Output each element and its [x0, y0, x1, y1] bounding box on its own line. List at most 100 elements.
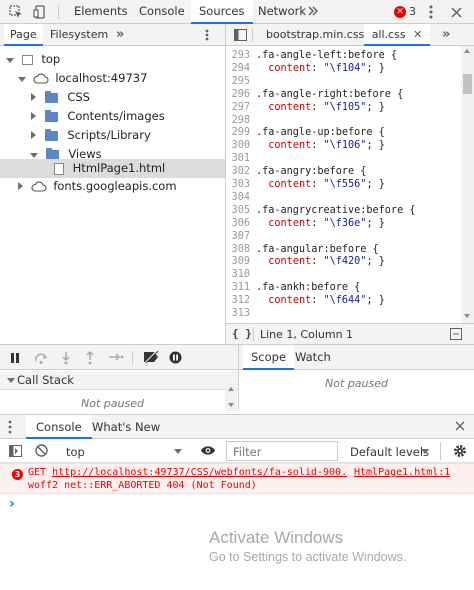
line-number[interactable]: 312 — [225, 294, 256, 307]
tab-sources[interactable]: Sources — [191, 0, 253, 24]
tree-item-scripts-library[interactable]: Scripts/Library — [0, 126, 225, 145]
step-into-icon[interactable] — [60, 351, 72, 365]
navigator-more-icon[interactable]: » — [110, 24, 130, 45]
editor-tab-bootstrap[interactable]: bootstrap.min.css — [260, 24, 370, 45]
error-counter[interactable]: ✕ 3 — [394, 5, 416, 18]
collapse-arrow-icon[interactable] — [31, 93, 36, 101]
collapse-arrow-icon[interactable] — [31, 112, 36, 120]
more-menu-icon[interactable] — [424, 4, 438, 20]
code-line[interactable]: 306 content: "\f36e"; } — [225, 217, 461, 230]
line-number[interactable]: 301 — [225, 152, 256, 165]
code-line[interactable]: 313 — [225, 307, 461, 320]
line-number[interactable]: 307 — [225, 230, 256, 243]
scroll-down-icon[interactable] — [228, 403, 234, 407]
code-line[interactable]: 303 content: "\f556"; } — [225, 178, 461, 191]
inspect-element-icon[interactable] — [4, 0, 28, 23]
code-line[interactable]: 305 .fa-angrycreative:before { — [225, 204, 461, 217]
code-line[interactable]: 308 .fa-angular:before { — [225, 243, 461, 256]
line-number[interactable]: 295 — [225, 75, 256, 88]
code-line[interactable]: 312 content: "\f644"; } — [225, 294, 461, 307]
eye-icon[interactable] — [200, 445, 216, 456]
context-selector[interactable]: top — [58, 441, 186, 461]
toggle-navigator-icon[interactable] — [232, 27, 248, 43]
editor-scrollbar[interactable] — [461, 46, 474, 323]
device-toolbar-icon[interactable] — [28, 0, 52, 23]
line-number[interactable]: 313 — [225, 307, 256, 320]
show-sidebar-icon[interactable] — [9, 445, 22, 457]
navigator-menu-icon[interactable] — [200, 28, 214, 42]
code-line[interactable]: 311 .fa-ankh:before { — [225, 281, 461, 294]
error-source-link[interactable]: HtmlPage1.html:1 — [354, 467, 450, 478]
code-line[interactable]: 296 .fa-angle-right:before { — [225, 88, 461, 101]
tab-filesystem[interactable]: Filesystem — [44, 24, 114, 45]
show-coverage-icon[interactable] — [450, 328, 462, 340]
pause-on-exceptions-icon[interactable] — [169, 351, 182, 364]
drawer-tab-console[interactable]: Console — [26, 415, 92, 439]
deactivate-breakpoints-icon[interactable] — [143, 351, 159, 363]
code-line[interactable]: 298 — [225, 114, 461, 127]
code-line[interactable]: 309 content: "\f420"; } — [225, 255, 461, 268]
tree-item-localhost[interactable]: localhost:49737 — [0, 69, 225, 88]
line-number[interactable]: 302 — [225, 165, 256, 178]
tabs-more-icon[interactable] — [307, 4, 319, 18]
filter-input[interactable]: Filter — [226, 441, 338, 461]
line-number[interactable]: 298 — [225, 114, 256, 127]
line-number[interactable]: 303 — [225, 178, 256, 191]
call-stack-scrollbar[interactable] — [225, 384, 237, 411]
console-settings-gear-icon[interactable] — [453, 444, 467, 458]
scroll-thumb[interactable] — [463, 74, 472, 94]
code-line[interactable]: 307 — [225, 230, 461, 243]
tree-item-htmlpage1[interactable]: HtmlPage1.html — [0, 159, 225, 178]
line-number[interactable]: 296 — [225, 88, 256, 101]
tab-elements[interactable]: Elements — [66, 0, 136, 23]
line-number[interactable]: 308 — [225, 243, 256, 256]
code-line[interactable]: 304 — [225, 191, 461, 204]
tab-scope[interactable]: Scope — [243, 345, 295, 370]
code-line[interactable]: 301 — [225, 152, 461, 165]
drawer-tab-whats-new[interactable]: What's New — [86, 415, 166, 439]
line-number[interactable]: 305 — [225, 204, 256, 217]
editor-tab-allcss[interactable]: all.css ✕ — [364, 24, 430, 46]
code-line[interactable]: 299 .fa-angle-up:before { — [225, 126, 461, 139]
line-number[interactable]: 311 — [225, 281, 256, 294]
tree-item-top[interactable]: top — [0, 50, 225, 69]
line-number[interactable]: 300 — [225, 139, 256, 152]
line-number[interactable]: 310 — [225, 268, 256, 281]
expand-arrow-icon[interactable] — [18, 77, 26, 82]
line-number[interactable]: 299 — [225, 126, 256, 139]
call-stack-arrow-icon[interactable] — [7, 378, 15, 383]
pause-icon[interactable] — [10, 353, 20, 363]
tab-page[interactable]: Page — [4, 24, 43, 46]
code-line[interactable]: 297 content: "\f105"; } — [225, 101, 461, 114]
line-number[interactable]: 304 — [225, 191, 256, 204]
drawer-close-icon[interactable] — [455, 421, 465, 431]
expand-arrow-icon[interactable] — [6, 58, 14, 63]
scroll-down-icon[interactable] — [464, 314, 470, 318]
call-stack-header[interactable]: Call Stack — [0, 371, 238, 390]
line-number[interactable]: 293 — [225, 49, 256, 62]
tree-item-css[interactable]: CSS — [0, 88, 225, 107]
step-icon[interactable] — [108, 352, 124, 362]
step-out-icon[interactable] — [84, 351, 96, 365]
tab-watch[interactable]: Watch — [289, 345, 337, 370]
line-number[interactable]: 297 — [225, 101, 256, 114]
log-levels-select[interactable]: Default levels — [345, 441, 433, 461]
close-icon[interactable] — [448, 4, 464, 20]
line-number[interactable]: 294 — [225, 62, 256, 75]
tree-item-fonts-googleapis[interactable]: fonts.googleapis.com — [0, 177, 225, 196]
editor-more-icon[interactable]: » — [436, 24, 456, 45]
tab-console[interactable]: Console — [131, 0, 193, 23]
scroll-up-icon[interactable] — [228, 387, 234, 391]
code-line[interactable]: 293 .fa-angle-left:before { — [225, 49, 461, 62]
clear-console-icon[interactable] — [35, 444, 48, 457]
expand-arrow-icon[interactable] — [30, 153, 38, 158]
collapse-arrow-icon[interactable] — [18, 182, 23, 190]
code-line[interactable]: 310 — [225, 268, 461, 281]
error-url-link[interactable]: http://localhost:49737/CSS/webfonts/fa-s… — [52, 467, 347, 478]
drawer-menu-icon[interactable] — [8, 420, 12, 434]
code-line[interactable]: 302 .fa-angry:before { — [225, 165, 461, 178]
code-line[interactable]: 300 content: "\f106"; } — [225, 139, 461, 152]
line-number[interactable]: 306 — [225, 217, 256, 230]
console-input[interactable] — [24, 498, 464, 514]
tab-close-icon[interactable]: ✕ — [413, 28, 422, 41]
